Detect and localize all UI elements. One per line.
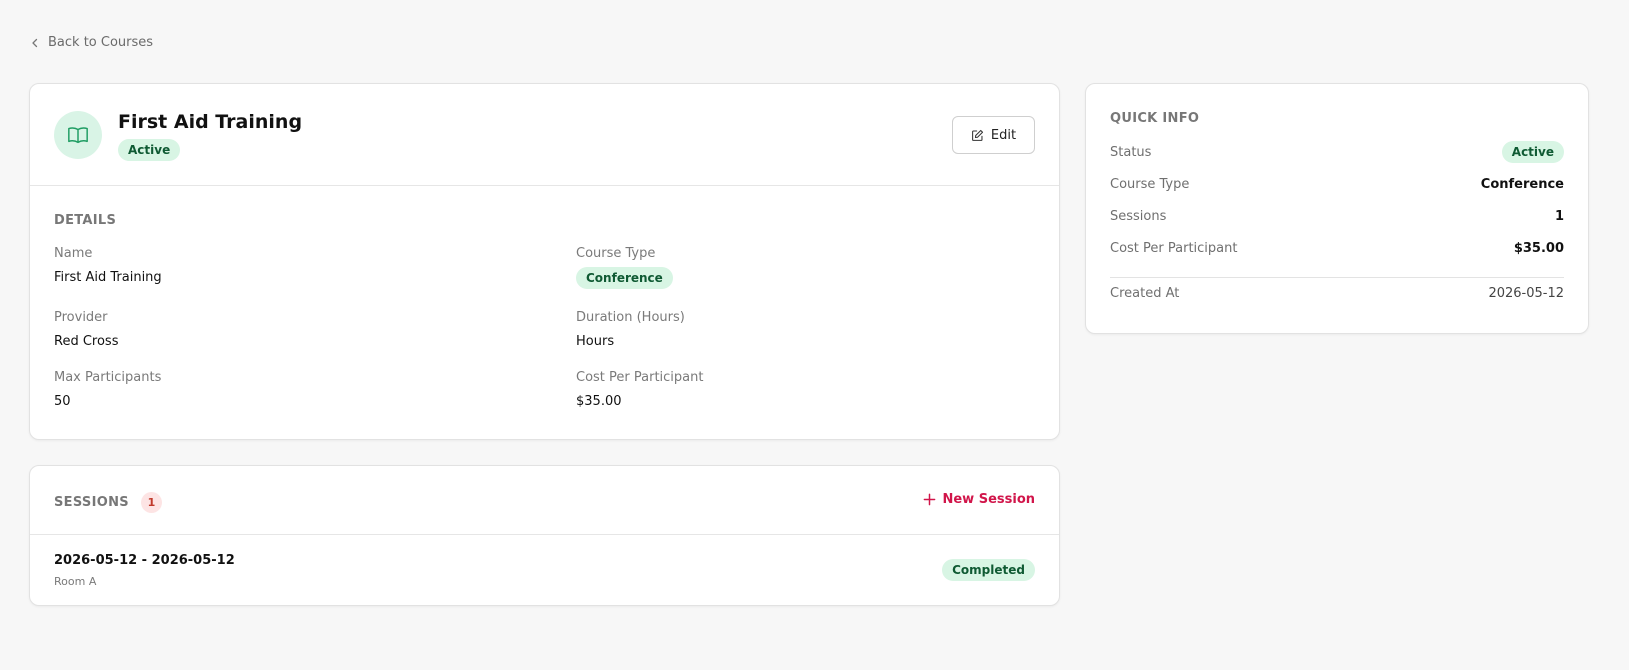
field-provider: Provider Red Cross (54, 310, 118, 349)
quick-info-value: 1 (1554, 209, 1564, 224)
field-name: Name First Aid Training (54, 246, 162, 285)
course-details-card: First Aid Training Active Edit DETAILS N… (29, 83, 1060, 440)
sessions-header: SESSIONS 1 New Session (30, 466, 1059, 535)
status-badge: Active (118, 139, 181, 161)
field-cost: Cost Per Participant $35.00 (576, 370, 703, 409)
quick-info-value: $35.00 (1513, 241, 1564, 256)
course-type-badge: Conference (576, 267, 673, 289)
quick-info-label: Sessions (1110, 209, 1167, 224)
book-open-icon (54, 111, 102, 159)
sessions-title: SESSIONS 1 (54, 492, 162, 513)
field-label: Name (54, 246, 93, 261)
page-title: First Aid Training (118, 111, 303, 133)
field-value: $35.00 (576, 394, 622, 409)
quick-info-label: Status (1110, 144, 1152, 160)
quick-info-label: Cost Per Participant (1110, 241, 1238, 256)
field-course-type: Course Type Conference (576, 246, 673, 289)
quick-info-course-type: Course Type Conference (1110, 177, 1564, 192)
edit-button[interactable]: Edit (952, 116, 1035, 154)
quick-info-cost: Cost Per Participant $35.00 (1110, 241, 1564, 256)
session-room: Room A (54, 575, 97, 588)
quick-info-label: Created At (1110, 286, 1180, 301)
quick-info-title: QUICK INFO (1110, 111, 1200, 126)
field-value: Red Cross (54, 334, 119, 349)
sessions-count-badge: 1 (140, 492, 162, 513)
quick-info-sessions: Sessions 1 (1110, 209, 1564, 224)
field-label: Max Participants (54, 370, 162, 385)
field-label: Duration (Hours) (576, 310, 685, 325)
quick-info-label: Course Type (1110, 177, 1190, 192)
plus-icon (924, 493, 936, 506)
edit-icon (972, 129, 983, 141)
field-value: 50 (54, 394, 71, 409)
field-label: Cost Per Participant (576, 370, 704, 385)
quick-info-value: 2026-05-12 (1488, 286, 1564, 301)
sessions-section-title: SESSIONS (54, 495, 129, 510)
field-label: Provider (54, 310, 108, 325)
new-session-label: New Session (942, 492, 1035, 507)
back-label: Back to Courses (48, 35, 154, 50)
status-badge: Active (1501, 141, 1564, 163)
sessions-card: SESSIONS 1 New Session 2026-05-12 - 2026… (29, 465, 1060, 606)
quick-info-status: Status Active (1110, 141, 1564, 163)
field-duration: Duration (Hours) Hours (576, 310, 685, 349)
edit-label: Edit (990, 127, 1017, 143)
field-label: Course Type (576, 246, 656, 261)
quick-info-card: QUICK INFO Status Active Course Type Con… (1085, 83, 1589, 334)
session-dates: 2026-05-12 - 2026-05-12 (54, 553, 235, 568)
chevron-left-icon (32, 38, 38, 47)
session-row[interactable]: 2026-05-12 - 2026-05-12 Room A Completed (30, 535, 1059, 605)
field-value: Hours (576, 334, 615, 349)
session-status-badge: Completed (942, 559, 1035, 581)
field-value: First Aid Training (54, 270, 162, 285)
quick-info-created: Created At 2026-05-12 (1110, 286, 1564, 301)
back-to-courses-link[interactable]: Back to Courses (30, 35, 153, 50)
details-section-title: DETAILS (54, 213, 117, 228)
quick-info-value: Conference (1480, 177, 1564, 192)
divider (1110, 277, 1564, 278)
course-header: First Aid Training Active Edit (30, 84, 1059, 186)
new-session-button[interactable]: New Session (923, 492, 1035, 507)
field-max-participants: Max Participants 50 (54, 370, 161, 409)
